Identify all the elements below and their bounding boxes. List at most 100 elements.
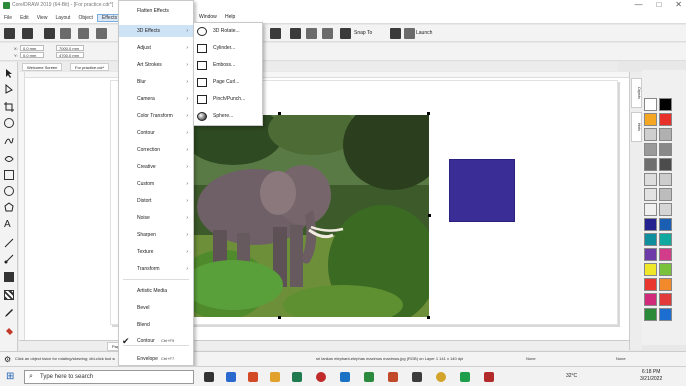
zoom-tool-icon[interactable] [4,118,14,128]
width-field[interactable]: 7000.0 mm [56,45,84,51]
effects-menu-item[interactable]: Envelope Ctrl+F7 [119,353,193,365]
submenu-item-pinch-punch[interactable]: Pinch/Punch... [194,91,262,108]
weather-temp[interactable]: 32°C [566,373,577,379]
submenu-item-3d-rotate[interactable]: 3D Rotate... [194,23,262,40]
crop-tool-icon[interactable] [4,102,14,112]
effects-menu-item[interactable]: Camera › [119,93,193,105]
color-swatch[interactable] [659,158,672,171]
x-field[interactable]: 0.0 mm [20,45,44,51]
menu-object[interactable]: Object [74,15,96,21]
effects-menu-item[interactable]: Texture › [119,246,193,258]
color-swatch[interactable] [644,278,657,291]
color-swatch[interactable] [659,173,672,186]
effects-menu-item[interactable]: Contour › [119,127,193,139]
color-swatch[interactable] [659,188,672,201]
effects-menu-item[interactable]: Custom › [119,178,193,190]
store-icon[interactable] [292,372,302,382]
effects-menu-item[interactable]: Distort › [119,195,193,207]
excel-icon[interactable] [364,372,374,382]
print-icon[interactable] [60,28,71,39]
windows-start-icon[interactable]: ⊞ [6,371,14,382]
effects-menu-item[interactable]: Art Strokes › [119,59,193,71]
color-swatch[interactable] [659,203,672,216]
transform-icon[interactable] [290,28,301,39]
color-swatch[interactable] [644,143,657,156]
color-swatch[interactable] [659,143,672,156]
new-document-icon[interactable] [4,28,15,39]
polygon-tool-icon[interactable] [4,202,14,212]
drop-shadow-tool-icon[interactable] [4,272,14,282]
import-icon[interactable] [306,28,317,39]
color-swatch[interactable] [644,98,657,111]
color-swatch[interactable] [659,113,672,126]
copy-icon[interactable] [96,28,107,39]
transparency-tool-icon[interactable] [4,290,14,300]
shape-tool-icon[interactable] [4,83,14,94]
taskbar-search-input[interactable]: ⌕ Type here to search [24,370,194,384]
color-swatch[interactable] [659,308,672,321]
edge-icon[interactable] [226,372,236,382]
menu-view[interactable]: View [33,15,52,21]
launch-dropdown[interactable]: Launch [416,30,432,36]
color-swatch[interactable] [644,188,657,201]
file-explorer-icon[interactable] [270,372,280,382]
launch-icon[interactable] [404,28,415,39]
tab-welcome-screen[interactable]: Welcome Screen [22,63,63,71]
submenu-item-emboss[interactable]: Emboss... [194,57,262,74]
pick-tool-icon[interactable] [4,68,14,78]
effects-menu-item[interactable]: Blur › [119,76,193,88]
effects-menu-item[interactable]: Flatten Effects [119,5,193,17]
color-swatch[interactable] [644,173,657,186]
color-swatch[interactable] [644,158,657,171]
minimize-button[interactable]: — [634,0,642,9]
corel-taskbar-icon[interactable] [460,372,470,382]
color-swatch[interactable] [644,248,657,261]
powerpoint-icon[interactable] [388,372,398,382]
options-gear-icon[interactable] [390,28,401,39]
word-icon[interactable] [340,372,350,382]
color-swatch[interactable] [659,263,672,276]
parallel-dimension-icon[interactable] [4,238,14,248]
interactive-fill-icon[interactable] [4,326,14,336]
app-icon-red[interactable] [316,372,326,382]
selection-handle[interactable] [428,214,431,217]
effects-menu-item[interactable]: Correction › [119,144,193,156]
snap-icon[interactable] [340,28,351,39]
color-swatch[interactable] [659,278,672,291]
effects-menu-item[interactable]: Bevel [119,302,193,314]
office-icon[interactable] [248,372,258,382]
color-swatch[interactable] [644,233,657,246]
color-swatch[interactable] [644,308,657,321]
close-button[interactable]: ✕ [675,0,682,9]
submenu-item-page-curl[interactable]: Page Curl... [194,74,262,91]
selection-handle[interactable] [278,112,281,115]
open-icon[interactable] [22,28,33,39]
effects-menu-item[interactable]: Noise › [119,212,193,224]
color-swatch[interactable] [659,233,672,246]
blue-square-shape[interactable] [449,159,515,222]
selection-handle[interactable] [427,112,430,115]
app-icon-red-2[interactable] [484,372,494,382]
color-swatch[interactable] [644,128,657,141]
effects-menu-item[interactable]: Transform › [119,263,193,275]
frame-icon[interactable] [270,28,281,39]
menu-layout[interactable]: Layout [51,15,74,21]
height-field[interactable]: 4700.0 mm [56,52,84,58]
text-tool-icon[interactable]: A [4,220,14,230]
docker-tab-hints[interactable]: Hints [631,112,642,142]
tab-for-practice[interactable]: For practice.cdr* [70,63,110,71]
effects-menu-item[interactable]: Blend [119,319,193,331]
selection-handle[interactable] [427,316,430,319]
color-swatch[interactable] [659,98,672,111]
freehand-tool-icon[interactable] [4,136,14,146]
menu-help[interactable]: Help [225,14,235,20]
submenu-item-sphere[interactable]: Sphere... [194,108,262,125]
effects-menu-item[interactable]: Creative › [119,161,193,173]
effects-menu-item[interactable]: Artistic Media [119,285,193,297]
color-swatch[interactable] [644,218,657,231]
snap-to-dropdown[interactable]: Snap To [354,30,372,36]
elephant-photo[interactable] [193,115,429,317]
ellipse-tool-icon[interactable] [4,186,14,196]
color-swatch[interactable] [659,248,672,261]
app-icon-dark[interactable] [412,372,422,382]
